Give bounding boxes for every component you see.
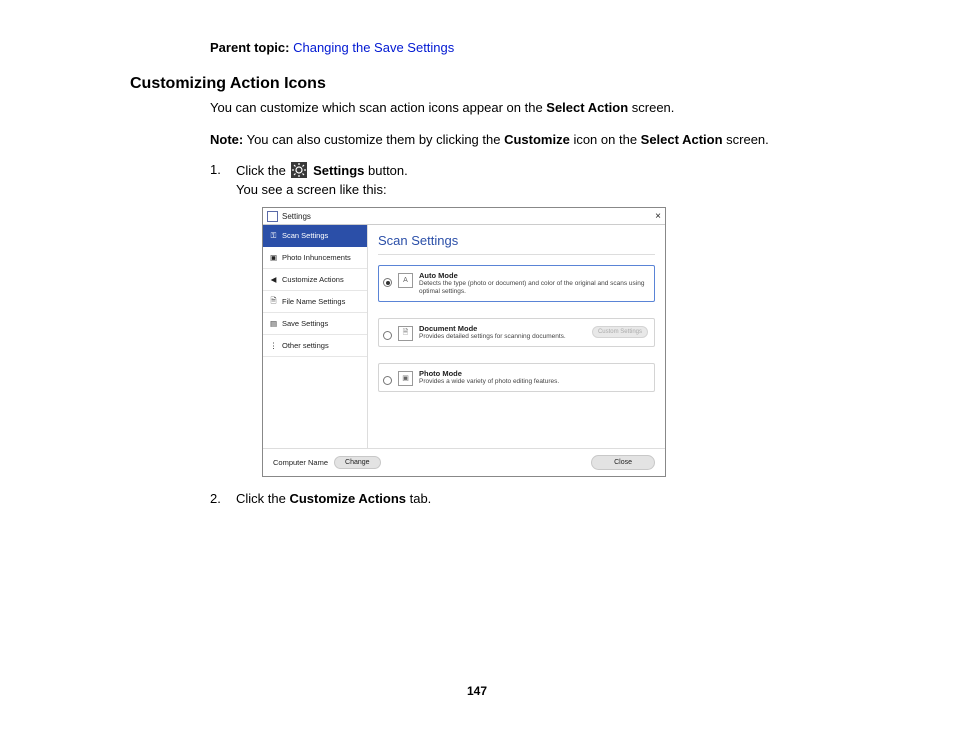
step-2: 2. Click the Customize Actions tab.	[210, 491, 824, 506]
parent-topic: Parent topic: Changing the Save Settings	[210, 40, 824, 55]
step-number: 2.	[210, 491, 236, 506]
sidebar-item-label: File Name Settings	[282, 297, 345, 306]
window-title: Settings	[282, 212, 655, 221]
intro-text: You can customize which scan action icon…	[210, 100, 546, 115]
settings-window: Settings × ⚿ Scan Settings ▣	[262, 207, 666, 477]
sidebar-item-label: Customize Actions	[282, 275, 344, 284]
note-t3: screen.	[723, 132, 769, 147]
key-icon: ⚿	[269, 231, 278, 240]
step-2-pre: Click the	[236, 491, 289, 506]
dots-icon: ⋮	[269, 341, 278, 350]
mode-desc: Provides a wide variety of photo editing…	[419, 378, 648, 386]
step-2-bold: Customize Actions	[289, 491, 406, 506]
sidebar: ⚿ Scan Settings ▣ Photo Inhuncements ◀ C…	[263, 225, 368, 448]
sidebar-item-label: Other settings	[282, 341, 329, 350]
intro-paragraph: You can customize which scan action icon…	[210, 99, 824, 117]
step-number: 1.	[210, 162, 236, 177]
change-button[interactable]: Change	[334, 456, 381, 469]
radio-photo[interactable]	[383, 376, 392, 385]
note-paragraph: Note: You can also customize them by cli…	[210, 131, 824, 149]
window-footer: Computer Name Change Close	[263, 448, 665, 476]
document-mode-icon: 🗎	[398, 326, 413, 341]
note-select-action: Select Action	[641, 132, 723, 147]
sidebar-item-scan-settings[interactable]: ⚿ Scan Settings	[263, 225, 367, 247]
select-action-text: Select Action	[546, 100, 628, 115]
auto-mode-icon: A	[398, 273, 413, 288]
section-heading: Customizing Action Icons	[130, 75, 824, 93]
note-customize: Customize	[504, 132, 570, 147]
sidebar-item-label: Scan Settings	[282, 231, 328, 240]
step-1-post: button.	[364, 163, 407, 178]
step-1: 1. Click the Settings button. You see a …	[210, 162, 824, 477]
step-1-line: Click the Settings button.	[236, 162, 824, 178]
mode-title: Document Mode	[419, 324, 586, 333]
close-button[interactable]: Close	[591, 455, 655, 470]
note-label: Note:	[210, 132, 243, 147]
photo-mode-icon: ▣	[398, 371, 413, 386]
sidebar-item-photo-enhancements[interactable]: ▣ Photo Inhuncements	[263, 247, 367, 269]
mode-desc: Detects the type (photo or document) and…	[419, 280, 648, 296]
parent-topic-link[interactable]: Changing the Save Settings	[293, 40, 454, 55]
save-icon: ▤	[269, 319, 278, 328]
computer-name-label: Computer Name	[273, 458, 328, 467]
sidebar-item-customize-actions[interactable]: ◀ Customize Actions	[263, 269, 367, 291]
main-panel: Scan Settings A Auto Mode Detects the ty…	[368, 225, 665, 448]
page-number: 147	[0, 684, 954, 698]
sidebar-item-file-name-settings[interactable]: 🗎 File Name Settings	[263, 291, 367, 313]
window-titlebar: Settings ×	[263, 208, 665, 225]
custom-settings-button[interactable]: Custom Settings	[592, 326, 648, 338]
parent-topic-label: Parent topic:	[210, 40, 289, 55]
settings-icon	[291, 162, 307, 178]
mode-auto[interactable]: A Auto Mode Detects the type (photo or d…	[378, 265, 655, 302]
mode-document[interactable]: 🗎 Document Mode Provides detailed settin…	[378, 318, 655, 347]
send-icon: ◀	[269, 275, 278, 284]
step-1-settings: Settings	[313, 163, 364, 178]
photo-icon: ▣	[269, 253, 278, 262]
sidebar-item-label: Photo Inhuncements	[282, 253, 351, 262]
step-2-post: tab.	[406, 491, 431, 506]
mode-title: Auto Mode	[419, 271, 648, 280]
mode-desc: Provides detailed settings for scanning …	[419, 333, 586, 341]
radio-document[interactable]	[383, 331, 392, 340]
mode-title: Photo Mode	[419, 369, 648, 378]
sidebar-item-label: Save Settings	[282, 319, 328, 328]
close-icon[interactable]: ×	[655, 211, 661, 222]
file-icon: 🗎	[269, 297, 278, 306]
sidebar-item-other-settings[interactable]: ⋮ Other settings	[263, 335, 367, 357]
radio-auto[interactable]	[383, 278, 392, 287]
app-icon	[267, 211, 278, 222]
step-1-pre: Click the	[236, 163, 289, 178]
note-t2: icon on the	[570, 132, 641, 147]
panel-title: Scan Settings	[378, 233, 655, 248]
sidebar-item-save-settings[interactable]: ▤ Save Settings	[263, 313, 367, 335]
mode-photo[interactable]: ▣ Photo Mode Provides a wide variety of …	[378, 363, 655, 392]
note-t1: You can also customize them by clicking …	[243, 132, 504, 147]
step-1-sub: You see a screen like this:	[236, 182, 824, 197]
intro-text-end: screen.	[628, 100, 674, 115]
